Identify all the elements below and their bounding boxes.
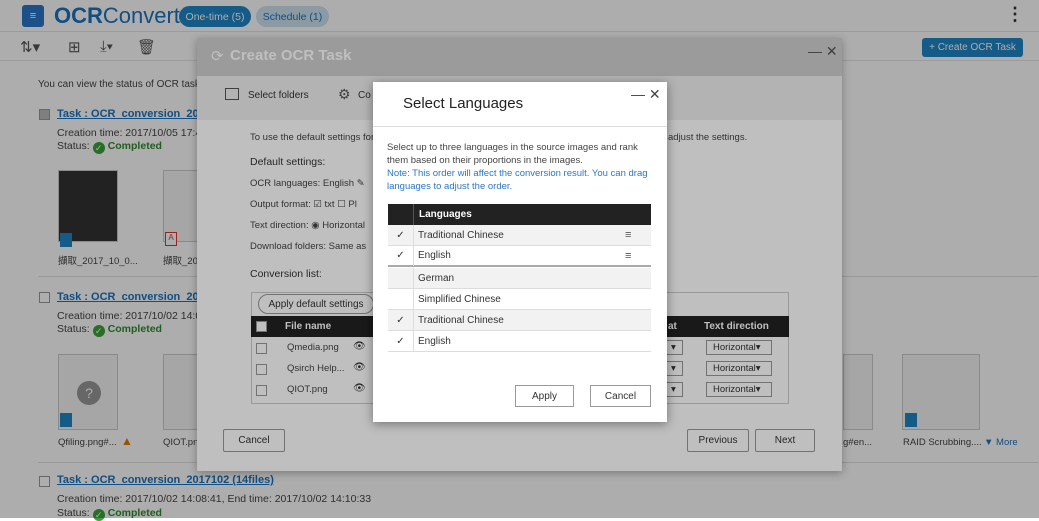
divider [373, 126, 667, 127]
modal-note: Note: This order will affect the convers… [387, 168, 648, 192]
language-checkbox[interactable]: ✓ [388, 224, 414, 246]
language-checkbox[interactable]: ✓ [388, 309, 414, 331]
language-checkbox[interactable] [388, 267, 414, 289]
language-row-traditional-chinese[interactable]: ✓ Traditional Chinese ≡ [388, 224, 651, 246]
language-checkbox[interactable]: ✓ [388, 330, 414, 352]
apply-button[interactable]: Apply [515, 385, 574, 407]
languages-column-label: Languages [419, 209, 472, 220]
cancel-button[interactable]: Cancel [590, 385, 651, 407]
language-row-english[interactable]: ✓ English [388, 330, 651, 352]
language-row-german[interactable]: German [388, 267, 651, 289]
header-checkbox-column [388, 204, 414, 225]
language-row-traditional-chinese[interactable]: ✓ Traditional Chinese [388, 309, 651, 331]
language-row-english[interactable]: ✓ English ≡ [388, 245, 651, 267]
modal-title: Select Languages [403, 95, 524, 112]
modal-description: Select up to three languages in the sour… [387, 142, 648, 192]
drag-handle-icon[interactable]: ≡ [625, 229, 651, 241]
language-row-simplified-chinese[interactable]: Simplified Chinese [388, 288, 651, 310]
drag-handle-icon[interactable]: ≡ [625, 250, 651, 262]
modal-minimize-close-icon[interactable]: — ✕ [631, 86, 661, 103]
language-checkbox[interactable]: ✓ [388, 245, 414, 266]
language-checkbox[interactable] [388, 288, 414, 310]
